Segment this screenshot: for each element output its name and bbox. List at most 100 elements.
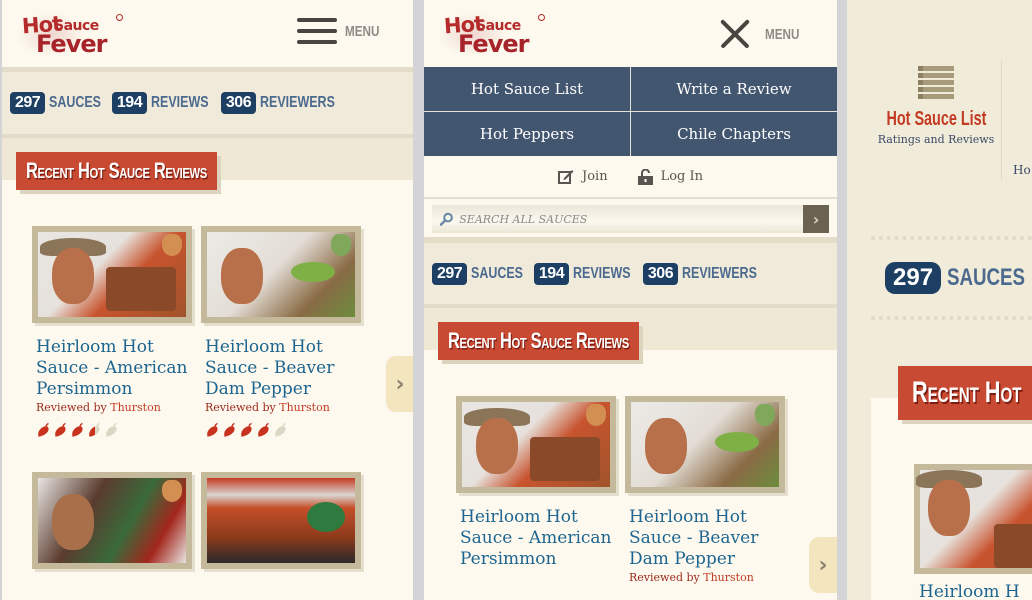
nav-item-title: Hot Sauce List [885, 108, 987, 130]
review-title-link[interactable]: Heirloom Hot Sauce - Beaver Dam Pepper [625, 507, 787, 570]
review-byline: Reviewed by Thurston [32, 401, 194, 414]
section-title: Recent Hot [912, 376, 1022, 409]
nav-write-review[interactable]: Write a Review [631, 67, 837, 111]
review-card [201, 472, 363, 569]
chevron-right-icon: › [812, 209, 820, 229]
stat-reviews[interactable]: 194 REVIEWS [533, 262, 631, 285]
stat-count: 297 [10, 92, 46, 114]
sauce-label-image [916, 470, 1032, 568]
site-logo[interactable]: Hot Sauce Fever [438, 10, 548, 60]
search-form: › [432, 205, 829, 233]
review-thumbnail[interactable] [32, 226, 192, 323]
review-byline: Reviewed by Thurston [201, 401, 363, 414]
review-thumbnail[interactable] [201, 226, 361, 323]
reviewer-link[interactable]: Thurston [703, 571, 754, 584]
chili-rating [32, 422, 194, 438]
login-link[interactable]: Log In [637, 168, 703, 185]
chili-empty-icon [273, 422, 289, 438]
review-thumbnail[interactable] [914, 464, 1032, 574]
login-label: Log In [660, 169, 703, 184]
carousel-next-button[interactable]: › [386, 356, 413, 412]
logo-degree [538, 14, 545, 21]
mobile-view-menu-open: Hot Sauce Fever MENU Hot Sauce List Writ… [424, 0, 837, 600]
review-card [32, 472, 194, 569]
nav-chile-chapters[interactable]: Chile Chapters [631, 112, 837, 156]
review-title-link[interactable]: Heirloom Hot Sauce - Beaver Dam Pepper [201, 337, 363, 400]
search-icon [440, 212, 453, 226]
nav-item-subtitle: Ratings and Reviews [877, 133, 995, 146]
sauce-label-image [207, 232, 355, 317]
chili-full-icon [36, 422, 52, 438]
section-header: Recent Hot Sauce Reviews [424, 304, 837, 360]
nav-hot-sauce-list[interactable]: Hot Sauce List Ratings and Reviews [871, 66, 1001, 149]
stat-reviewers[interactable]: 306 REVIEWERS [220, 92, 335, 114]
review-carousel: Heirloom Hot Sauce - American Persimmon … [2, 180, 413, 569]
stat-label: SAUCES [49, 94, 102, 111]
search-submit-button[interactable]: › [803, 205, 829, 233]
chili-full-icon [205, 422, 221, 438]
stat-sauces[interactable]: 297 SAUCES [432, 262, 523, 285]
search-field-wrap [432, 205, 803, 233]
review-title-link[interactable]: Heirloom H [919, 582, 1020, 600]
stat-label: SAUCES [471, 264, 524, 282]
menu-close-button[interactable]: MENU [719, 18, 809, 50]
logo-degree [116, 14, 123, 21]
nav-hot-sauce-list[interactable]: Hot Sauce List [424, 67, 630, 111]
join-link[interactable]: Join [558, 169, 608, 184]
review-card: Heirloom Hot Sauce - Beaver Dam Pepper R… [625, 396, 787, 584]
menu-toggle-button[interactable]: MENU [296, 18, 389, 44]
review-carousel: Heirloom Hot Sauce - American Persimmon … [424, 350, 837, 584]
search-input[interactable] [459, 212, 803, 226]
desktop-nav: Hot Sauce List Ratings and Reviews Ho [871, 0, 1032, 240]
hamburger-icon [296, 18, 337, 44]
chili-full-icon [53, 422, 69, 438]
logo-fever: Fever [458, 30, 529, 58]
join-label: Join [582, 169, 608, 184]
stat-count: 194 [533, 262, 570, 285]
unlock-icon [637, 168, 653, 185]
stat-label: REVIEWS [573, 264, 631, 282]
stat-count[interactable]: 297 [885, 262, 942, 294]
menu-label: MENU [764, 25, 800, 43]
review-thumbnail[interactable] [456, 396, 616, 493]
nav-next-item-partial[interactable]: Ho [1013, 163, 1031, 177]
chili-full-icon [256, 422, 272, 438]
byline-prefix: Reviewed by [36, 401, 107, 414]
stat-count: 297 [432, 262, 468, 285]
mobile-view-menu-closed: Hot Sauce Fever MENU 297 SAUCES 194 REVIEW… [2, 0, 413, 600]
stat-sauces[interactable]: 297 SAUCES [10, 92, 101, 114]
site-logo[interactable]: Hot Sauce Fever [16, 10, 126, 60]
list-icon [918, 66, 954, 102]
review-thumbnail[interactable] [32, 472, 192, 569]
reviewer-link[interactable]: Thurston [110, 401, 161, 414]
reviewer-link[interactable]: Thurston [279, 401, 330, 414]
search-bar: › [424, 199, 837, 237]
stat-label: REVIEWERS [260, 94, 335, 111]
sauce-label-image [38, 478, 186, 563]
site-header: Hot Sauce Fever MENU [2, 0, 413, 67]
chevron-right-icon: › [395, 371, 405, 397]
chili-rating [201, 422, 363, 438]
auth-links: Join Log In [424, 156, 837, 199]
review-thumbnail[interactable] [625, 396, 785, 493]
review-title-link[interactable]: Heirloom Hot Sauce - American Persimmon [32, 337, 194, 400]
site-stats: 297 SAUCES 194 REVIEWS 306 REVIEWERS [424, 237, 837, 304]
stat-reviews[interactable]: 194 REVIEWS [111, 92, 209, 114]
sauce-label-image [631, 402, 779, 487]
section-title-banner: Recent Hot [898, 366, 1032, 420]
nav-hot-peppers[interactable]: Hot Peppers [424, 112, 630, 156]
stat-label: REVIEWERS [682, 264, 757, 282]
carousel-next-button[interactable]: › [809, 537, 837, 593]
review-thumbnail[interactable] [201, 472, 361, 569]
byline-prefix: Reviewed by [205, 401, 276, 414]
mobile-nav-menu: Hot Sauce List Write a Review Hot Pepper… [424, 67, 837, 156]
stat-label[interactable]: SAUCES [947, 264, 1025, 292]
sauce-label-image [207, 478, 355, 563]
desktop-view: Hot Sauce List Ratings and Reviews Ho 29… [847, 0, 1032, 600]
stat-count: 306 [220, 92, 257, 114]
chili-full-icon [70, 422, 86, 438]
logo-fever: Fever [36, 30, 107, 58]
review-title-link[interactable]: Heirloom Hot Sauce - American Persimmon [456, 507, 618, 570]
stat-reviewers[interactable]: 306 REVIEWERS [642, 262, 757, 285]
sauce-label-image [38, 232, 186, 317]
